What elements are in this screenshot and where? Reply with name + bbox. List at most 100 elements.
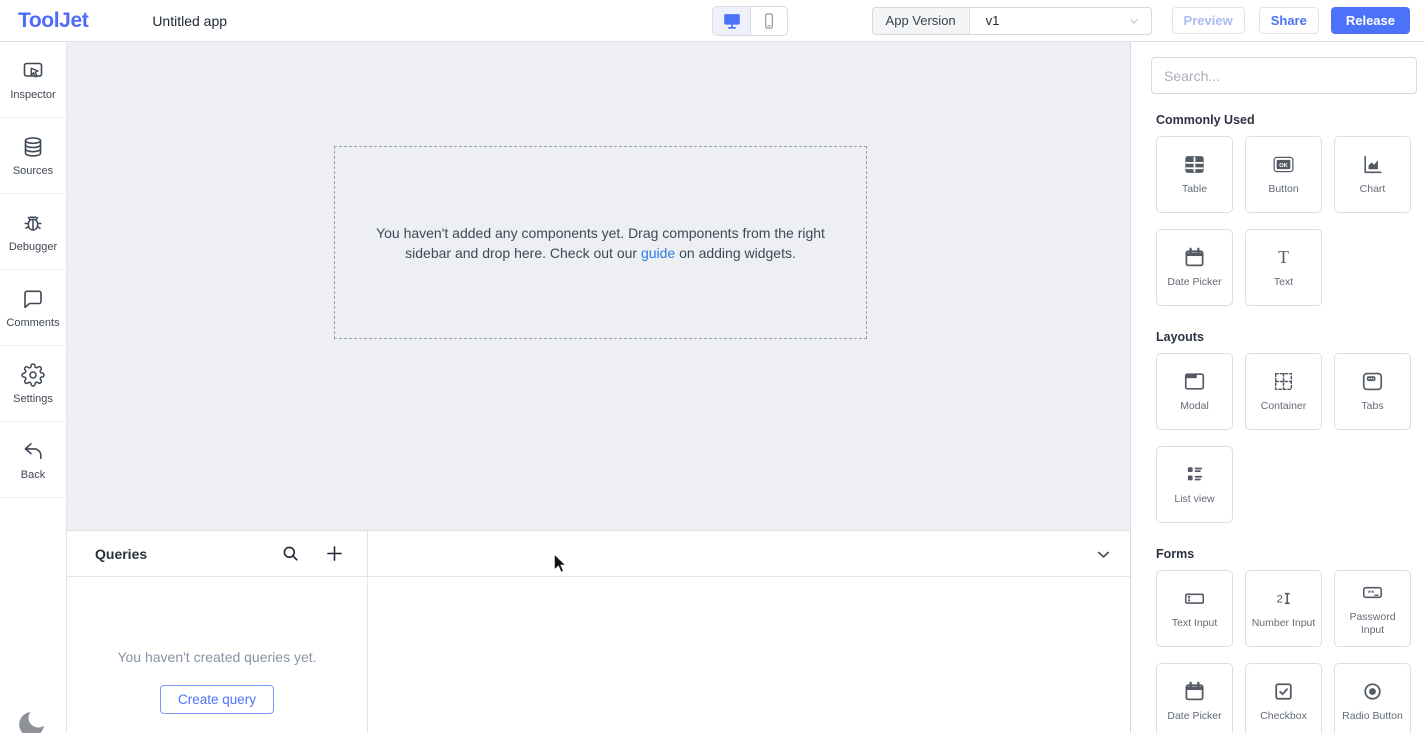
widget-card-chart[interactable]: Chart (1334, 136, 1411, 213)
query-panel-divider (367, 531, 368, 733)
table-icon (1182, 152, 1207, 177)
widget-card-tabs[interactable]: Tabs (1334, 353, 1411, 430)
number-input-icon: 2 (1271, 586, 1296, 611)
widget-card-label: List view (1174, 493, 1214, 506)
sidebar-item-label: Back (21, 469, 45, 481)
preview-button[interactable]: Preview (1172, 7, 1245, 34)
button-ok-icon: OK (1271, 152, 1296, 177)
app-version-selector[interactable]: App Version v1 (872, 7, 1152, 35)
widget-card-label: Date Picker (1167, 276, 1221, 289)
widget-card-label: Chart (1360, 183, 1386, 196)
chevron-down-icon[interactable] (1094, 545, 1113, 564)
widget-card-button[interactable]: OK Button (1245, 136, 1322, 213)
bug-icon (21, 211, 45, 235)
svg-text:OK: OK (1279, 163, 1289, 169)
widget-grid: Modal Container Tabs List view (1156, 353, 1425, 523)
query-panel-header: Queries (67, 531, 1130, 577)
app-version-label: App Version (873, 8, 970, 34)
chevron-down-icon (1126, 13, 1142, 29)
queries-title: Queries (95, 546, 147, 562)
sidebar-item-label: Comments (6, 317, 59, 329)
widget-section-commonly-used: Commonly Used Table OK Button Chart Date Pick… (1156, 113, 1425, 306)
mobile-icon (759, 11, 779, 31)
inspector-icon (21, 59, 45, 83)
widget-sidebar: Commonly Used Table OK Button Chart Date Pick… (1130, 42, 1425, 733)
widget-sections: Commonly Used Table OK Button Chart Date Pick… (1131, 113, 1425, 733)
widget-card-number-input[interactable]: 2 Number Input (1245, 570, 1322, 647)
comment-icon (21, 287, 45, 311)
widget-card-label: Date Picker (1167, 710, 1221, 723)
guide-link[interactable]: guide (641, 245, 675, 261)
list-view-icon (1182, 462, 1207, 487)
create-query-button[interactable]: Create query (160, 685, 274, 714)
widget-card-label: Password Input (1338, 611, 1407, 637)
widget-card-date-picker[interactable]: Date Picker (1156, 663, 1233, 733)
sidebar-item-label: Debugger (9, 241, 57, 253)
desktop-layout-button[interactable] (713, 7, 750, 35)
sidebar-item-debugger[interactable]: Debugger (0, 194, 66, 270)
tabs-icon (1360, 369, 1385, 394)
mobile-layout-button[interactable] (750, 7, 787, 35)
tooljet-logo[interactable]: ToolJet (18, 9, 88, 33)
widget-section-layouts: Layouts Modal Container Tabs List view (1156, 330, 1425, 523)
password-input-icon: ** (1360, 580, 1385, 605)
sidebar-item-inspector[interactable]: Inspector (0, 42, 66, 118)
widget-section-heading: Commonly Used (1156, 113, 1425, 127)
desktop-icon (721, 10, 743, 32)
topbar-actions: App Version v1 Preview Share Release (872, 7, 1425, 35)
widget-card-label: Checkbox (1260, 710, 1307, 723)
query-panel: Queries You haven't created queries yet.… (67, 530, 1130, 733)
left-sidebar-items: Inspector Sources Debugger Comments Settings… (0, 42, 66, 498)
widget-card-radio-button[interactable]: Radio Button (1334, 663, 1411, 733)
chart-icon (1360, 152, 1385, 177)
widget-card-label: Text (1274, 276, 1293, 289)
widget-card-modal[interactable]: Modal (1156, 353, 1233, 430)
app-title[interactable]: Untitled app (152, 13, 227, 29)
moon-icon[interactable] (15, 708, 48, 733)
widget-card-list-view[interactable]: List view (1156, 446, 1233, 523)
sidebar-item-settings[interactable]: Settings (0, 346, 66, 422)
database-icon (21, 135, 45, 159)
widget-card-date-picker[interactable]: Date Picker (1156, 229, 1233, 306)
release-button[interactable]: Release (1331, 7, 1410, 34)
widget-card-checkbox[interactable]: Checkbox (1245, 663, 1322, 733)
sidebar-item-back[interactable]: Back (0, 422, 66, 498)
canvas-empty-message: You haven't added any components yet. Dr… (358, 223, 843, 263)
widget-section-heading: Layouts (1156, 330, 1425, 344)
calendar-icon (1182, 245, 1207, 270)
plus-icon[interactable] (324, 543, 345, 564)
widget-card-text[interactable]: T Text (1245, 229, 1322, 306)
gear-icon (21, 363, 45, 387)
canvas-drop-zone[interactable]: You haven't added any components yet. Dr… (334, 146, 867, 339)
sidebar-item-sources[interactable]: Sources (0, 118, 66, 194)
container-icon (1271, 369, 1296, 394)
sidebar-item-label: Inspector (10, 89, 55, 101)
svg-text:T: T (1278, 247, 1289, 267)
modal-icon (1182, 369, 1207, 394)
widget-search-input[interactable] (1151, 57, 1417, 94)
query-empty-message: You haven't created queries yet. (117, 649, 316, 665)
widget-card-table[interactable]: Table (1156, 136, 1233, 213)
svg-text:**: ** (1368, 588, 1375, 598)
widget-grid: Text Input 2 Number Input ** Password Input D… (1156, 570, 1425, 733)
app-version-value: v1 (970, 13, 1126, 28)
radio-icon (1360, 679, 1385, 704)
widget-card-label: Container (1261, 400, 1307, 413)
widget-card-container[interactable]: Container (1245, 353, 1322, 430)
text-input-icon (1182, 586, 1207, 611)
widget-card-text-input[interactable]: Text Input (1156, 570, 1233, 647)
sidebar-item-label: Settings (13, 393, 53, 405)
back-arrow-icon (21, 439, 45, 463)
app-canvas[interactable]: You haven't added any components yet. Dr… (67, 42, 1130, 530)
share-button[interactable]: Share (1259, 7, 1319, 34)
text-icon: T (1271, 245, 1296, 270)
widget-card-label: Button (1268, 183, 1298, 196)
widget-card-label: Number Input (1252, 617, 1316, 630)
sidebar-item-comments[interactable]: Comments (0, 270, 66, 346)
widget-card-label: Modal (1180, 400, 1209, 413)
query-list: You haven't created queries yet. Create … (67, 577, 367, 733)
search-icon[interactable] (281, 544, 300, 563)
widget-card-password-input[interactable]: ** Password Input (1334, 570, 1411, 647)
widget-grid: Table OK Button Chart Date Picker T Text (1156, 136, 1425, 306)
widget-section-forms: FormsText Input2Number Input**Password I… (1156, 547, 1425, 733)
